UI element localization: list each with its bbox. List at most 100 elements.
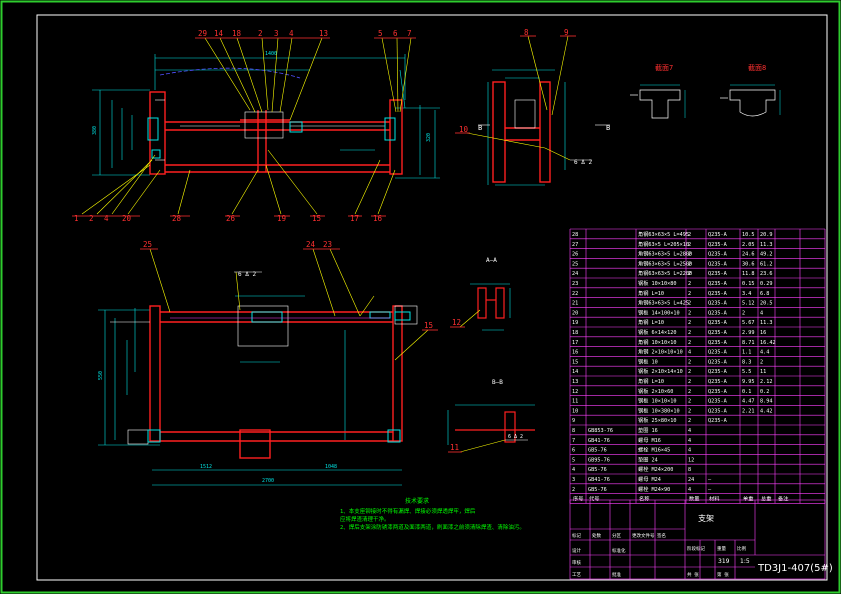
parts-cell: 2 (688, 310, 691, 316)
parts-row-no: 17 (572, 340, 578, 346)
parts-cell: 角钢 L=10 (638, 377, 664, 385)
parts-cell: 8.71 (742, 340, 755, 346)
balloon-side-8: 8 (524, 28, 529, 37)
technical-notes: 技术要求 1、本支座铆接时不得有漏焊、焊接必须焊透焊牢，焊后 应将焊渣清理干净。… (340, 497, 525, 531)
parts-cell: 4 (688, 428, 691, 434)
parts-cell: 2 (688, 291, 691, 297)
parts-cell: 11.3 (760, 320, 773, 326)
weld-label: 6 Δ 2 (508, 434, 523, 440)
parts-cell: 8 (688, 467, 691, 473)
parts-cell: 2 (688, 369, 691, 375)
parts-header-cell: 代号 (589, 495, 599, 503)
parts-cell: Q235-A (708, 261, 728, 267)
balloon-bottom-2: 2 (89, 214, 94, 223)
parts-cell: 2 (688, 389, 691, 395)
note-line1: 1、本支座铆接时不得有漏焊、焊接必须焊透焊牢，焊后 (340, 507, 476, 515)
section-label-aa: A—A (486, 257, 497, 264)
parts-table: 28 角钢63×63×5 L=495 2 Q235-A 10.5 20.927 角钢63×5… (569, 228, 826, 504)
parts-cell: 螺栓 M24×90 (638, 485, 670, 493)
parts-cell: 8.94 (760, 399, 773, 405)
parts-cell: 2.99 (742, 330, 755, 336)
parts-header-cell: 单重 (743, 495, 753, 503)
tb-label-std: 标准化 (612, 547, 626, 554)
parts-cell: 2.12 (760, 379, 773, 385)
svg-text:380: 380 (92, 126, 98, 135)
parts-cell: 螺母 M16 (638, 436, 661, 444)
parts-cell: 2 (688, 418, 691, 424)
parts-cell: 螺栓 M24×200 (638, 465, 673, 473)
parts-cell: GB41-76 (588, 477, 610, 483)
parts-cell: Q235-A (708, 350, 728, 356)
balloon-bottom-4: 4 (104, 214, 109, 223)
parts-row-no: 14 (572, 369, 578, 375)
balloon-bottom-19: 19 (277, 214, 286, 223)
balloon-bottom-1: 1 (74, 214, 79, 223)
parts-cell: 角钢63×63×5 L=2500 (638, 259, 692, 267)
parts-cell: 钢板 10×380×10 (638, 406, 680, 414)
parts-row-no: 2 (572, 487, 575, 493)
parts-header-cell: 序号 (573, 495, 583, 503)
front-view: 25 24 23 15 6 Δ 2 2700 1512 1048 550 (98, 240, 438, 486)
parts-cell: 2 (688, 261, 691, 267)
parts-cell: 20.9 (760, 232, 773, 238)
parts-cell: 2 (688, 320, 691, 326)
parts-cell: 23.6 (760, 271, 773, 277)
balloon-top-14: 14 (214, 29, 224, 38)
parts-cell: 9.95 (742, 379, 755, 385)
parts-cell: GB5-76 (588, 487, 607, 493)
parts-header-cell: 备注 (778, 495, 788, 503)
parts-row-no: 8 (572, 428, 575, 434)
parts-cell: 24 (688, 477, 694, 483)
balloon-top-18: 18 (232, 29, 242, 38)
parts-cell: 2 (688, 330, 691, 336)
parts-cell: 3.4 (742, 291, 751, 297)
parts-cell: 8.3 (742, 359, 751, 365)
parts-cell: 20.5 (760, 301, 773, 307)
balloon-side-9: 9 (564, 28, 569, 37)
title-block: 标记 处数 分区 更改文件号 签名 设计 标准化 审核 工艺 批准 阶段标记 重… (569, 499, 833, 580)
balloon-side-10: 10 (459, 125, 469, 134)
parts-cell: 2 (688, 281, 691, 287)
tb-label-design: 设计 (572, 547, 581, 554)
parts-cell: 0.2 (760, 389, 769, 395)
parts-header-cell: 名称 (639, 495, 649, 503)
side-view: 8 9 10 B B 6 Δ 2 (455, 28, 610, 186)
parts-cell: 钢板 25×80×10 (638, 416, 676, 424)
tb-scale: 1:5 (740, 558, 750, 565)
parts-cell: 0.29 (760, 281, 773, 287)
balloon-top-6: 6 (393, 29, 398, 38)
balloon-front-24: 24 (306, 240, 316, 249)
parts-cell: 角钢63×63×5 L=495 (638, 230, 689, 238)
tb-label-mark: 标记 (572, 532, 581, 539)
parts-cell: 2 (760, 359, 763, 365)
parts-cell: — (708, 477, 712, 483)
svg-text:B: B (606, 124, 610, 132)
parts-cell: 4 (688, 448, 691, 454)
parts-cell: Q235-A (708, 399, 728, 405)
section-aa: A—A 12 (450, 257, 511, 331)
parts-row-no: 22 (572, 291, 578, 297)
parts-cell: 12 (688, 457, 694, 463)
balloon-bottom-16: 16 (373, 214, 383, 223)
parts-row-no: 23 (572, 281, 578, 287)
parts-cell: GB5-76 (588, 448, 607, 454)
parts-cell: 2.05 (742, 242, 755, 248)
balloon-front-15: 15 (424, 321, 433, 330)
parts-cell: 2 (688, 359, 691, 365)
tb-label-total-sheets: 共 张 (687, 571, 699, 578)
balloon-top-13: 13 (319, 29, 328, 38)
parts-cell: 0.1 (742, 389, 751, 395)
parts-cell: 4 (760, 310, 763, 316)
parts-cell: 5.5 (742, 369, 751, 375)
tb-label-weight: 重量 (717, 545, 726, 552)
parts-cell: 2 (688, 232, 691, 238)
tb-label-process: 工艺 (572, 572, 581, 578)
note-line2: 应将焊渣清理干净。 (340, 515, 390, 523)
tb-label-change: 更改文件号 (632, 532, 655, 539)
parts-row-no: 16 (572, 350, 578, 356)
parts-cell: GB95-76 (588, 457, 610, 463)
svg-text:12: 12 (452, 318, 461, 327)
svg-text:550: 550 (98, 371, 104, 380)
parts-cell: 角钢63×63×5 L=425 (638, 299, 689, 307)
tb-part-name: 支架 (698, 513, 714, 523)
